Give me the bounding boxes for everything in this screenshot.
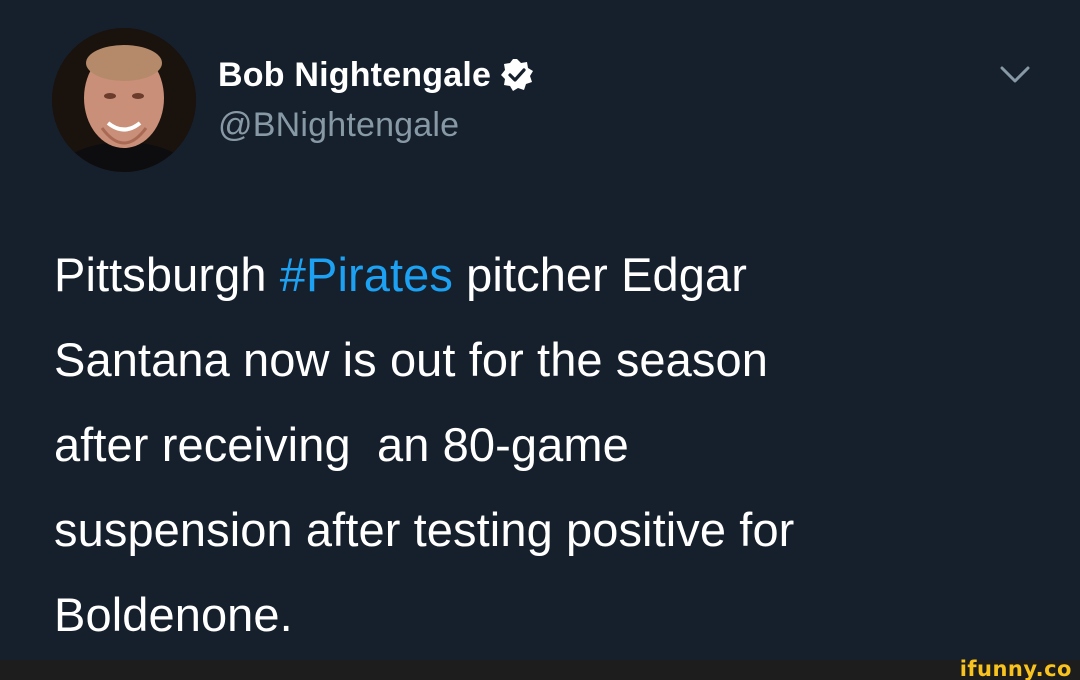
tweet-text: Pittsburgh #Pirates pitcher Edgar Santan… <box>54 232 1034 657</box>
hashtag-link[interactable]: #Pirates <box>280 248 453 301</box>
tweet-text-rest: pitcher Edgar Santana now is out for the… <box>54 248 795 641</box>
watermark-bar: ifunny.co <box>0 657 1080 680</box>
tweet-card: Bob Nightengale @BNightengale Pittsburgh… <box>0 0 1080 660</box>
user-handle[interactable]: @BNightengale <box>218 106 535 145</box>
avatar-photo <box>52 28 196 172</box>
verified-badge-icon <box>501 59 534 91</box>
tweet-text-start: Pittsburgh <box>54 248 280 301</box>
watermark-logo: ifunny.co <box>959 657 1072 680</box>
name-row: Bob Nightengale <box>218 50 535 100</box>
chevron-down-icon[interactable] <box>998 62 1032 86</box>
display-name[interactable]: Bob Nightengale <box>218 56 491 95</box>
avatar[interactable] <box>52 28 196 172</box>
author-info: Bob Nightengale @BNightengale <box>218 50 535 145</box>
